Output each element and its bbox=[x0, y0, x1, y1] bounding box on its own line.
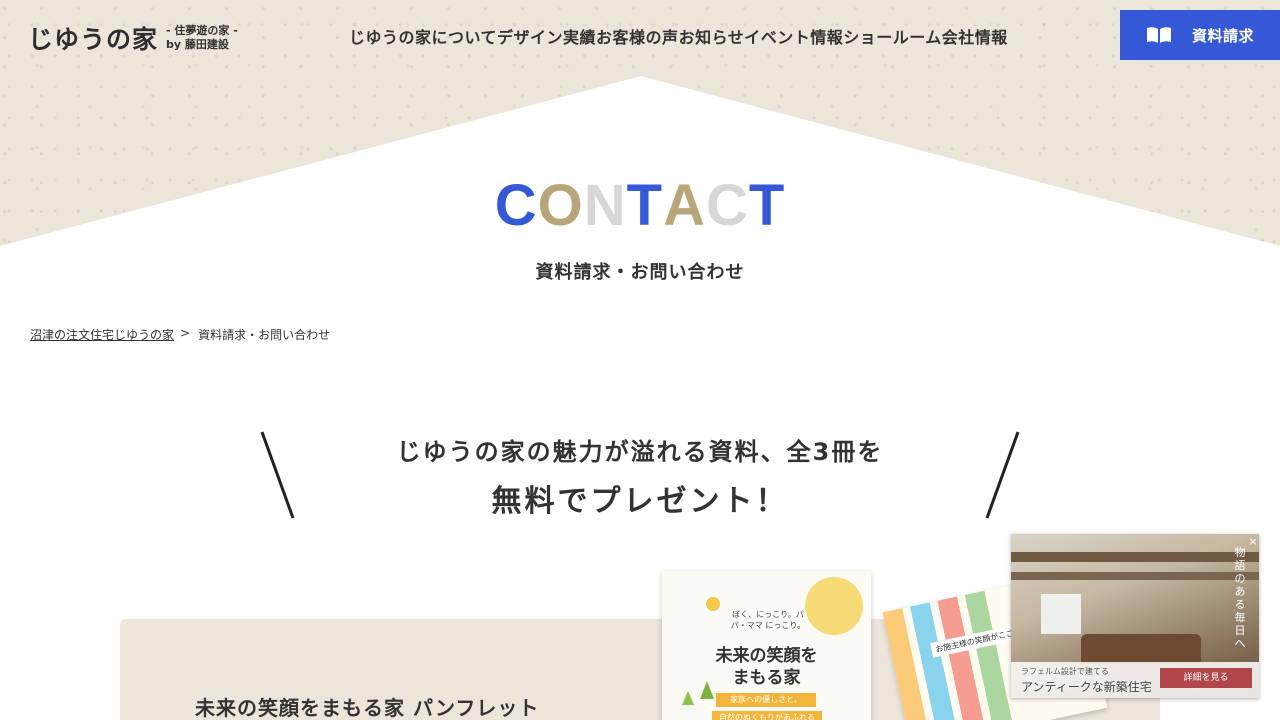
popup-headline: アンティークな新築住宅 bbox=[1021, 680, 1152, 694]
site-header: じゆうの家 - 住夢遊の家 - by 藤田建設 じゆうの家について デザイン実績… bbox=[0, 0, 1280, 70]
site-logo[interactable]: じゆうの家 - 住夢遊の家 - by 藤田建設 bbox=[28, 20, 238, 56]
brochure-cover-small-text: ぼく、にっこり。パパ・ママ にっこり。 bbox=[730, 610, 806, 630]
logo-sub-line2: by 藤田建設 bbox=[166, 38, 229, 51]
brochure-cover-image: ぼく、にっこり。パパ・ママ にっこり。 未来の笑顔を まもる家 家族への優しさと… bbox=[662, 571, 871, 720]
window-image bbox=[1041, 594, 1081, 634]
logo-main-text: じゆうの家 bbox=[28, 25, 159, 54]
sun-decoration bbox=[805, 577, 863, 635]
contact-letter: N bbox=[583, 173, 627, 238]
popup-caption: ラフェルム設計で建てる bbox=[1021, 667, 1109, 676]
logo-sub-line1: - 住夢遊の家 - bbox=[166, 24, 238, 37]
ceiling-beam bbox=[1011, 572, 1259, 580]
contact-letter: C bbox=[494, 173, 538, 238]
contact-letter: A bbox=[663, 173, 706, 238]
book-icon bbox=[1146, 27, 1171, 43]
brochure-cover-title-line1: 未来の笑顔を bbox=[715, 646, 818, 666]
request-button-label: 資料請求 bbox=[1191, 26, 1254, 45]
popup-banner[interactable]: 物語のある毎日へ ラフェルム設計で建てる アンティークな新築住宅 詳細を見る × bbox=[1011, 534, 1259, 698]
brochure-cover-tag2: 自然のぬくもりがあふれる bbox=[712, 711, 822, 720]
popup-details-button[interactable]: 詳細を見る bbox=[1160, 668, 1252, 688]
promo-headline-line1: じゆうの家の魅力が溢れる資料、全3冊を bbox=[396, 438, 884, 466]
contact-letter: O bbox=[537, 173, 584, 238]
breadcrumb: 沼津の注文住宅じゆうの家 > 資料請求・お問い合わせ bbox=[30, 326, 330, 343]
main-nav: じゆうの家について デザイン実績 お客様の声 お知らせ イベント情報 ショールー… bbox=[349, 24, 1008, 48]
brochure-title: 未来の笑顔をまもる家 パンフレット bbox=[195, 696, 540, 720]
nav-company[interactable]: 会社情報 bbox=[942, 24, 1008, 48]
smile-icon bbox=[706, 597, 720, 611]
sofa-image bbox=[1081, 634, 1201, 664]
promo-headline-line2: 無料でプレゼント！ bbox=[491, 484, 789, 519]
close-icon[interactable]: × bbox=[1247, 536, 1259, 548]
brochure-cover-tag1: 家族への優しさと、 bbox=[716, 693, 816, 707]
brochure-cover-title-line2: まもる家 bbox=[732, 668, 801, 688]
nav-about[interactable]: じゆうの家について bbox=[349, 24, 497, 48]
contact-letter: T bbox=[748, 173, 786, 238]
nav-customer-voice[interactable]: お客様の声 bbox=[596, 24, 679, 48]
contact-letter: T bbox=[626, 173, 664, 238]
nav-showroom[interactable]: ショールーム bbox=[843, 24, 942, 48]
tree-icon bbox=[700, 681, 714, 699]
breadcrumb-current: 資料請求・お問い合わせ bbox=[198, 328, 331, 342]
logo-sub-text: - 住夢遊の家 - by 藤田建設 bbox=[166, 24, 238, 52]
page-subtitle: 資料請求・お問い合わせ bbox=[535, 262, 745, 283]
nav-news[interactable]: お知らせ bbox=[679, 24, 745, 48]
popup-vertical-text: 物語のある毎日へ bbox=[1234, 546, 1246, 650]
contact-letter: C bbox=[705, 173, 749, 238]
request-materials-button[interactable]: 資料請求 bbox=[1120, 10, 1280, 60]
tree-icon bbox=[682, 691, 694, 705]
breadcrumb-home-link[interactable]: 沼津の注文住宅じゆうの家 bbox=[30, 326, 174, 343]
contact-heading: CONTACT bbox=[0, 172, 1280, 239]
brochure-cover-title: 未来の笑顔を まもる家 bbox=[662, 645, 871, 689]
ceiling-beam bbox=[1011, 552, 1259, 562]
nav-design-works[interactable]: デザイン実績 bbox=[497, 24, 596, 48]
nav-events[interactable]: イベント情報 bbox=[744, 24, 843, 48]
breadcrumb-separator: > bbox=[180, 326, 191, 340]
